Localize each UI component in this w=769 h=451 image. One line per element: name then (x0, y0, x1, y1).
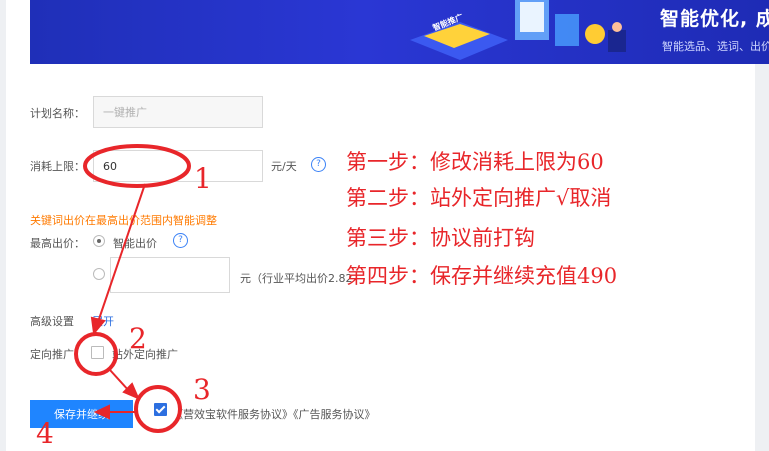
budget-help-icon[interactable]: ? (311, 157, 326, 172)
annotation-number-4: 4 (36, 417, 54, 450)
promo-banner: 智能推广 智能优化, 成 智能选品、选词、出价 (30, 0, 769, 64)
budget-unit: 元/天 (271, 160, 297, 173)
annotation-step-3: 第三步：协议前打钩 (346, 226, 535, 250)
banner-title: 智能优化, 成 (660, 8, 769, 30)
smart-bid-radio[interactable] (93, 235, 105, 247)
arrow-2-head (122, 382, 140, 400)
annotation-number-2: 2 (129, 322, 147, 355)
left-edge (0, 0, 6, 451)
agreement-checkbox[interactable] (154, 403, 167, 416)
custom-bid-unit: 元（行业平均出价2.82 (240, 272, 353, 285)
annotation-step-2: 第二步：站外定向推广√取消 (346, 186, 612, 210)
smart-bid-label: 智能出价 (113, 237, 157, 250)
agreement-links[interactable]: 《营效宝软件服务协议》《广告服务协议》 (172, 406, 376, 422)
custom-bid-radio[interactable] (93, 268, 105, 280)
smart-bid-help-icon[interactable]: ? (173, 233, 188, 248)
annotation-number-3: 3 (193, 373, 211, 406)
annotation-step-4: 第四步：保存并继续充值490 (346, 264, 618, 288)
advanced-settings-label: 高级设置 (30, 315, 74, 328)
targeting-label: 定向推广： (30, 348, 85, 361)
arrow-1-to-2 (97, 183, 146, 323)
budget-input[interactable]: 60 (93, 150, 263, 182)
annotation-step-1: 第一步：修改消耗上限为60 (346, 150, 604, 174)
max-bid-label: 最高出价： (30, 237, 85, 250)
offsite-targeting-checkbox[interactable] (91, 346, 104, 359)
annotation-number-1: 1 (194, 162, 212, 195)
budget-label: 消耗上限： (30, 160, 85, 173)
plan-name-label: 计划名称： (30, 107, 85, 120)
banner-illustration (410, 0, 626, 60)
expand-advanced-link[interactable]: 展开 (92, 313, 114, 329)
plan-name-input[interactable]: 一键推广 (93, 96, 263, 128)
right-edge (755, 0, 769, 451)
banner-subtitle: 智能选品、选词、出价 (662, 40, 769, 53)
custom-bid-input[interactable] (110, 257, 230, 293)
keyword-bid-notice: 关键词出价在最高出价范围内智能调整 (30, 214, 217, 227)
arrow-2-to-3 (109, 369, 131, 393)
